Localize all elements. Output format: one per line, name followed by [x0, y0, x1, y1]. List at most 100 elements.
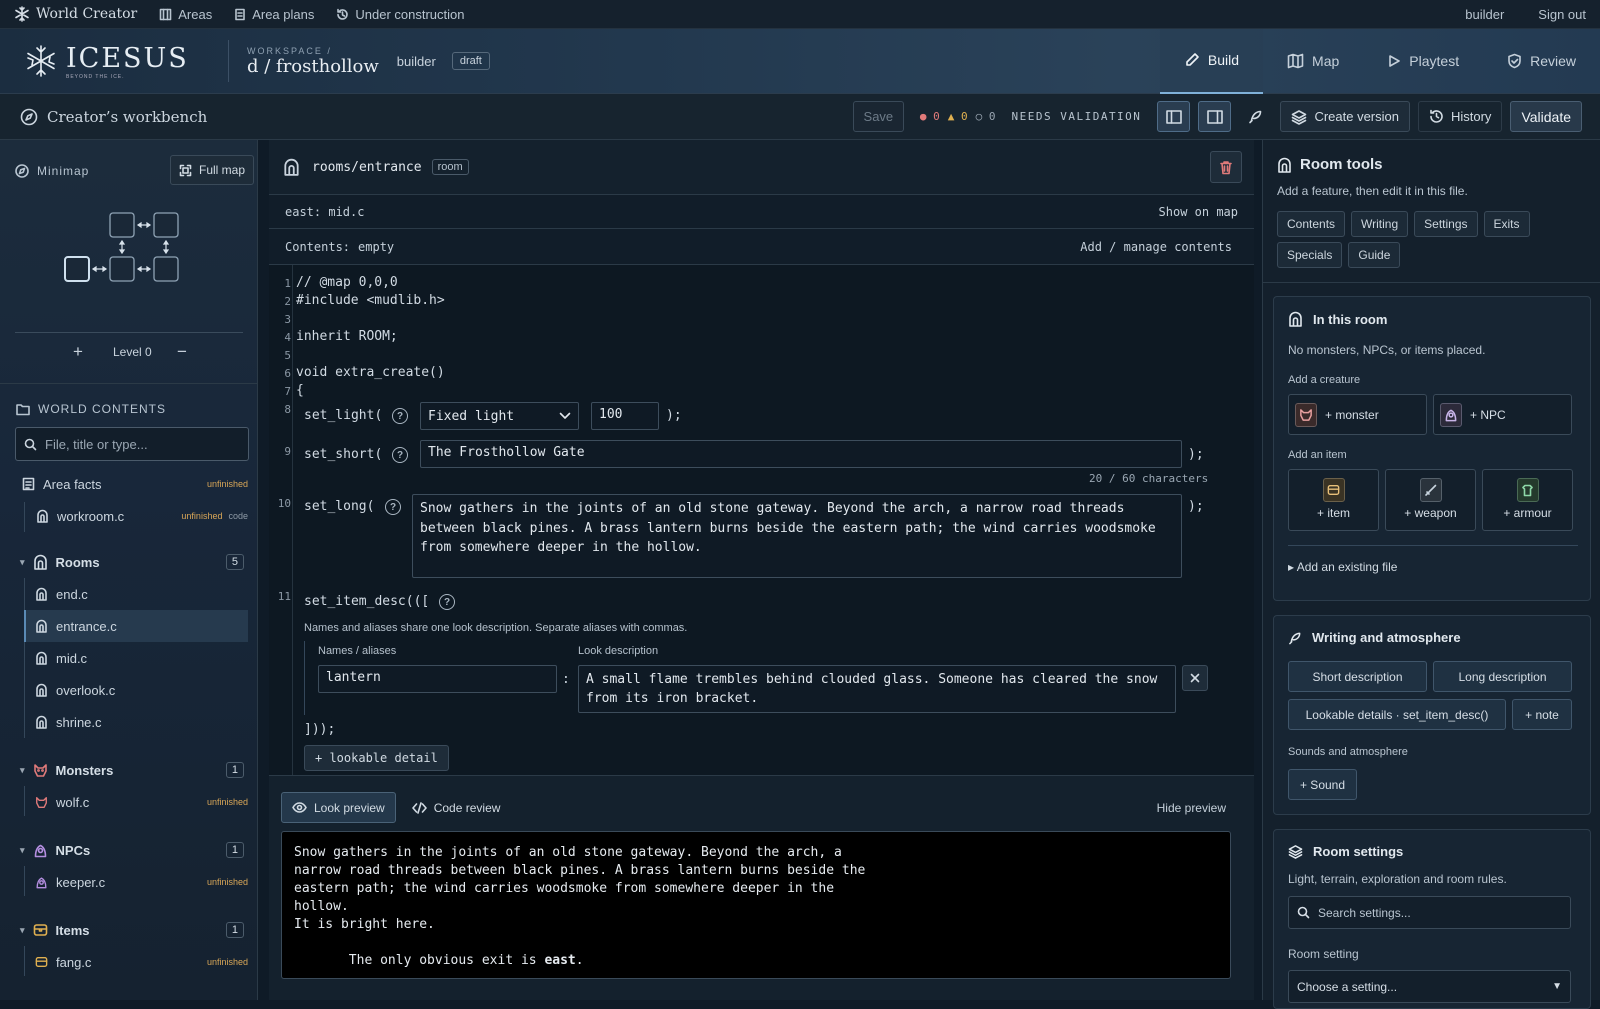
create-version-button[interactable]: Create version	[1280, 101, 1410, 132]
file-mid[interactable]: mid.c	[35, 642, 248, 674]
file-workroom[interactable]: workroom.c unfinished code	[36, 500, 248, 532]
user-link[interactable]: builder	[1465, 7, 1504, 22]
level-down-button[interactable]: −	[177, 342, 187, 362]
room-setting-select[interactable]: Choose a setting... ▼	[1288, 970, 1571, 1003]
help-icon[interactable]: ?	[385, 499, 401, 515]
exit-strip: east: mid.c Show on map	[269, 195, 1254, 229]
rooms-count: 5	[225, 554, 244, 570]
npcs-group[interactable]: ▾ NPCs 1	[0, 834, 258, 866]
tab-writing[interactable]: Writing	[1351, 211, 1409, 237]
file-overlook[interactable]: overlook.c	[35, 674, 248, 706]
help-icon[interactable]: ?	[392, 447, 408, 463]
code-line: void extra_create()	[296, 365, 445, 380]
tab-settings[interactable]: Settings	[1414, 211, 1478, 237]
toggle-left-panel-button[interactable]	[1157, 101, 1191, 132]
validation-status: NEEDS VALIDATION	[1011, 110, 1142, 123]
tab-contents[interactable]: Contents	[1277, 211, 1346, 237]
panel-divider	[1263, 282, 1600, 283]
settings-search-input[interactable]: Search settings...	[1318, 906, 1411, 920]
look-description-input[interactable]: A small flame trembles behind clouded gl…	[578, 665, 1176, 713]
tab-map[interactable]: Map	[1263, 29, 1363, 94]
area-facts-item[interactable]: Area facts unfinished	[22, 468, 248, 500]
file-wolf[interactable]: wolf.c unfinished	[35, 786, 248, 818]
short-description-button[interactable]: Short description	[1288, 661, 1427, 692]
hide-preview-button[interactable]: Hide preview	[1157, 801, 1226, 815]
rooms-group[interactable]: ▾ Rooms 5	[0, 546, 258, 578]
file-shrine[interactable]: shrine.c	[35, 706, 248, 738]
delete-file-button[interactable]	[1210, 151, 1242, 183]
eye-icon	[292, 802, 307, 813]
code-line: inherit ROOM;	[296, 329, 398, 344]
top-bar: World Creator Areas Area plans Under con…	[0, 0, 1600, 29]
file-fang[interactable]: fang.c unfinished	[35, 946, 248, 978]
status-badge: unfinished	[206, 479, 248, 489]
minimap-label: Minimap	[15, 164, 89, 178]
monsters-group[interactable]: ▾ Monsters 1	[0, 754, 258, 786]
show-on-map-link[interactable]: Show on map	[1159, 205, 1238, 219]
tab-specials[interactable]: Specials	[1277, 242, 1343, 268]
add-lookable-detail-button[interactable]: + lookable detail	[304, 745, 449, 771]
preview-tabs: Look preview Code review	[281, 792, 510, 823]
file-end[interactable]: end.c	[35, 578, 248, 610]
help-icon[interactable]: ?	[392, 408, 408, 424]
items-group[interactable]: ▾ Items 1	[0, 914, 258, 946]
nav-areas[interactable]: Areas	[159, 7, 212, 22]
add-weapon-button[interactable]: + weapon	[1385, 469, 1476, 531]
close-icon	[1190, 673, 1200, 683]
add-item-button[interactable]: + item	[1288, 469, 1379, 531]
file-kind-badge: room	[431, 159, 469, 175]
file-keeper[interactable]: keeper.c unfinished	[35, 866, 248, 898]
tab-build[interactable]: Build	[1159, 28, 1264, 94]
tab-exits[interactable]: Exits	[1483, 211, 1530, 237]
contents-label: Contents:	[285, 239, 351, 254]
tab-code-review[interactable]: Code review	[402, 792, 511, 823]
minimap[interactable]	[60, 208, 190, 288]
nav-under-construction[interactable]: Under construction	[336, 7, 464, 22]
tab-playtest[interactable]: Playtest	[1363, 29, 1483, 94]
room-tools-panel: Room tools Add a feature, then edit it i…	[1262, 140, 1600, 1009]
validate-button[interactable]: Validate	[1510, 101, 1582, 132]
item-desc-close: ]));	[304, 722, 336, 737]
light-mode-select[interactable]: Fixed light	[420, 402, 579, 430]
file-search-field[interactable]: File, title or type...	[15, 427, 249, 461]
level-up-button[interactable]: +	[73, 342, 83, 362]
workspace-name: d / frosthollow	[247, 55, 379, 77]
item-desc-hint: Names and aliases share one look descrip…	[304, 622, 688, 634]
names-input[interactable]: lantern	[318, 665, 557, 693]
file-search-input[interactable]: File, title or type...	[45, 437, 148, 452]
nav-area-plans[interactable]: Area plans	[234, 7, 314, 22]
file-entrance[interactable]: entrance.c	[24, 610, 248, 642]
add-note-button[interactable]: + note	[1512, 699, 1572, 730]
remove-detail-button[interactable]	[1182, 665, 1208, 691]
add-existing-file-toggle[interactable]: ▸ Add an existing file	[1288, 560, 1397, 574]
contents-value: empty	[358, 239, 395, 254]
save-button[interactable]: Save	[852, 101, 904, 132]
tab-review[interactable]: Review	[1483, 29, 1600, 94]
compass-icon	[15, 164, 29, 178]
short-description-input[interactable]: The Frosthollow Gate	[420, 440, 1182, 468]
lookable-details-button[interactable]: Lookable details · set_item_desc()	[1288, 699, 1506, 730]
manage-contents-link[interactable]: Add / manage contents	[1080, 240, 1232, 254]
add-armour-button[interactable]: + armour	[1482, 469, 1573, 531]
light-value-input[interactable]: 100	[591, 402, 659, 430]
add-sound-button[interactable]: + Sound	[1288, 769, 1357, 800]
full-map-button[interactable]: Full map	[170, 155, 255, 185]
add-npc-button[interactable]: + NPC	[1433, 394, 1572, 435]
tab-look-preview[interactable]: Look preview	[281, 792, 396, 823]
sign-out-link[interactable]: Sign out	[1538, 7, 1586, 22]
world-creator-link[interactable]: World Creator	[14, 6, 137, 22]
tab-guide[interactable]: Guide	[1348, 242, 1401, 268]
icesus-logo[interactable]: ICESUS BEYOND THE ICE.	[24, 43, 204, 80]
long-description-button[interactable]: Long description	[1433, 661, 1572, 692]
edit-mode-button[interactable]	[1239, 101, 1272, 132]
add-monster-button[interactable]: + monster	[1288, 394, 1427, 435]
help-icon[interactable]: ?	[439, 594, 455, 610]
history-button[interactable]: History	[1417, 101, 1503, 132]
editor-header: rooms/entrance room	[269, 140, 1254, 195]
card-divider	[1288, 545, 1578, 546]
look-preview-output: Snow gathers in the joints of an old sto…	[281, 831, 1231, 979]
long-description-textarea[interactable]: Snow gathers in the joints of an old sto…	[412, 494, 1182, 578]
toggle-right-panel-button[interactable]	[1198, 101, 1232, 132]
settings-search-field[interactable]: Search settings...	[1288, 896, 1571, 929]
archway-icon	[35, 715, 48, 729]
